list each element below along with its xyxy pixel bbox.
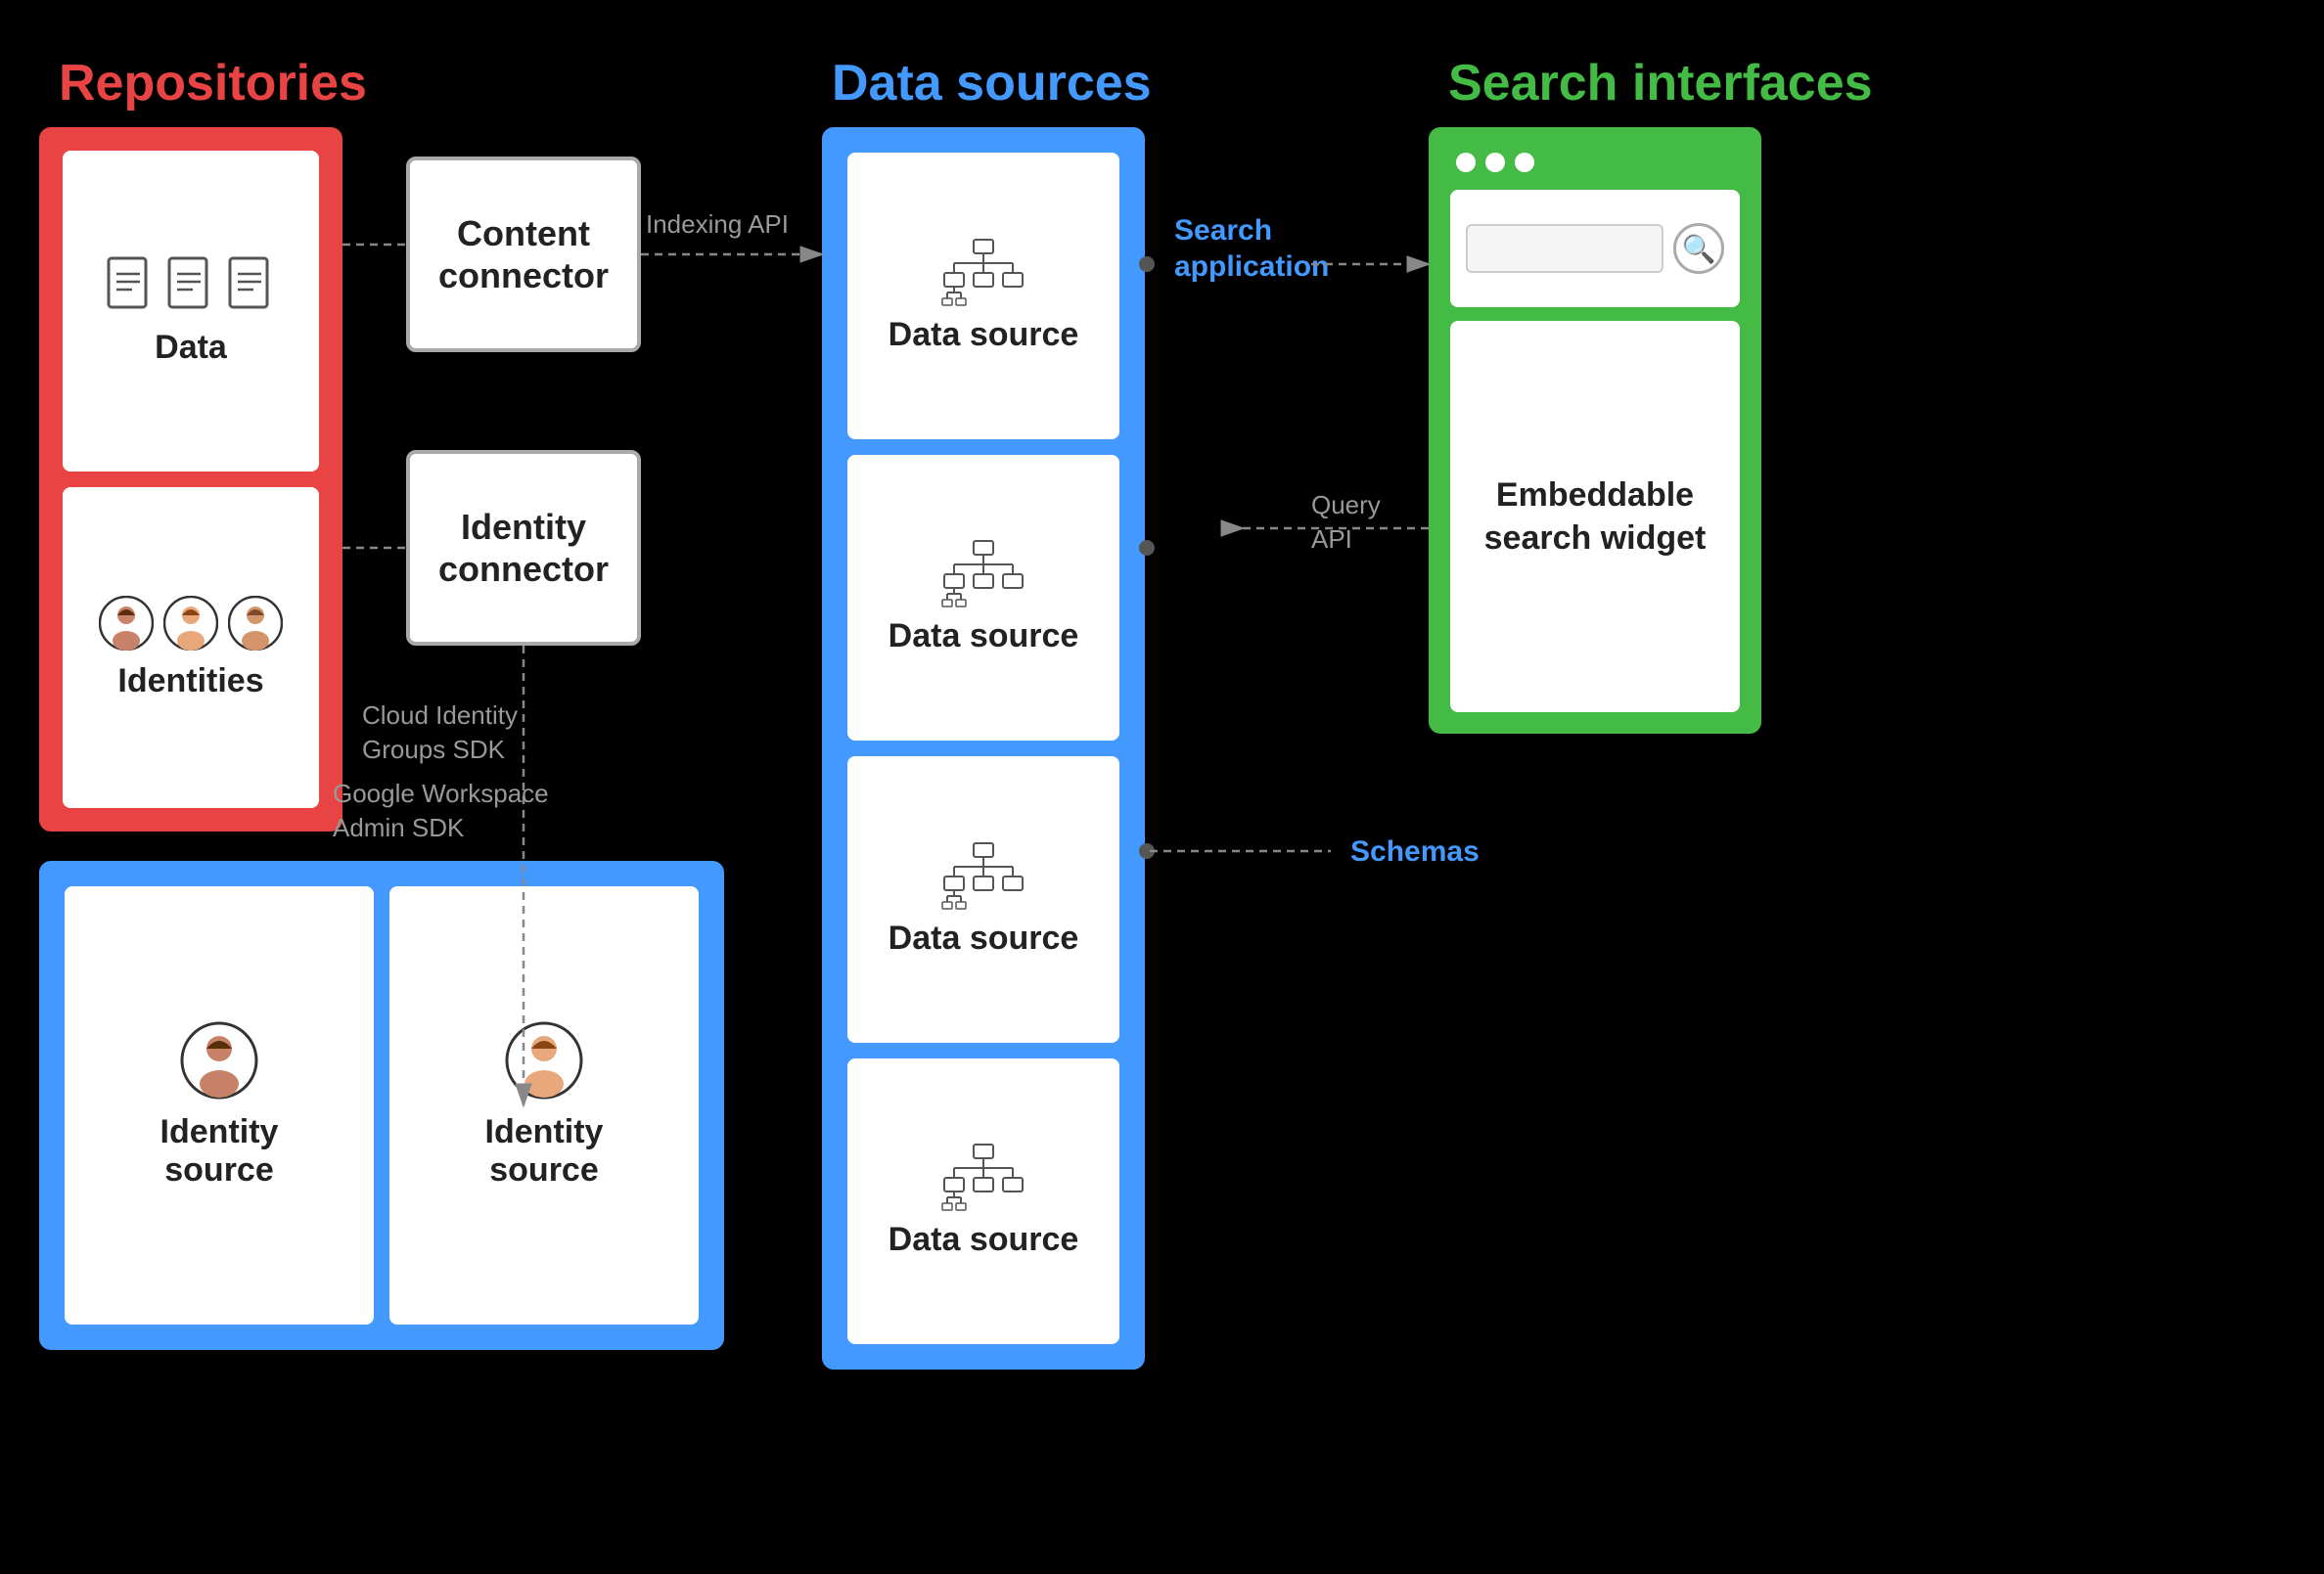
datasource-label-1: Data source (889, 316, 1079, 354)
title-repositories: Repositories (59, 54, 367, 112)
search-input[interactable] (1466, 224, 1663, 273)
data-box: Data (63, 151, 319, 472)
doc-icon-2 (165, 256, 216, 317)
datasource-box-4: Data source (847, 1058, 1119, 1345)
svg-text:Schemas: Schemas (1350, 835, 1480, 868)
person-icons (99, 596, 283, 651)
identity-source-label-1: Identitysource (160, 1113, 279, 1190)
datasource-label-4: Data source (889, 1221, 1079, 1259)
datasource-box-3: Data source (847, 756, 1119, 1043)
identity-source-label-2: Identitysource (485, 1113, 604, 1190)
search-bar-box: 🔍 (1450, 190, 1740, 307)
org-icon-2 (939, 539, 1027, 607)
datasource-box-1: Data source (847, 153, 1119, 439)
repositories-box: Data (39, 127, 342, 832)
content-connector-label: Contentconnector (438, 212, 609, 296)
svg-text:Indexing API: Indexing API (646, 209, 789, 239)
widget-box: Embeddable search widget (1450, 321, 1740, 712)
window-dot-1 (1456, 153, 1476, 172)
doc-icon-1 (105, 256, 156, 317)
search-icon[interactable]: 🔍 (1673, 223, 1724, 274)
identity-connector-label: Identityconnector (438, 506, 609, 590)
svg-text:Query: Query (1311, 490, 1381, 519)
person-icon-2 (163, 596, 218, 651)
window-dot-3 (1515, 153, 1534, 172)
identity-connector-box: Identityconnector (406, 450, 641, 646)
datasource-box-2: Data source (847, 455, 1119, 742)
data-icons (105, 256, 277, 317)
widget-label: Embeddable search widget (1470, 473, 1720, 560)
diagram-container: Repositories Data sources Search interfa… (0, 0, 2324, 1574)
identity-source-1: Identitysource (65, 886, 374, 1325)
content-connector-box: Contentconnector (406, 157, 641, 352)
title-datasources: Data sources (832, 54, 1152, 112)
svg-text:Search: Search (1174, 214, 1272, 247)
svg-text:Groups SDK: Groups SDK (362, 735, 506, 764)
identity-source-person-2 (505, 1021, 583, 1100)
org-icon-4 (939, 1143, 1027, 1211)
identities-box: Identities (63, 487, 319, 808)
doc-icon-3 (226, 256, 277, 317)
svg-text:Google Workspace: Google Workspace (333, 779, 549, 808)
window-chrome (1450, 149, 1740, 176)
svg-text:application: application (1174, 250, 1329, 283)
person-icon-3 (228, 596, 283, 651)
person-icon-1 (99, 596, 154, 651)
datasources-box: Data source Data source (822, 127, 1145, 1370)
svg-text:Admin SDK: Admin SDK (333, 813, 465, 842)
datasource-label-2: Data source (889, 617, 1079, 655)
svg-text:API: API (1311, 524, 1352, 554)
title-search-interfaces: Search interfaces (1448, 54, 1873, 112)
identity-source-2: Identitysource (389, 886, 699, 1325)
window-dot-2 (1485, 153, 1505, 172)
search-interfaces-box: 🔍 Embeddable search widget (1429, 127, 1761, 734)
identity-source-person-1 (180, 1021, 258, 1100)
identity-sources-box: Identitysource Identitysource (39, 861, 724, 1350)
org-icon-1 (939, 238, 1027, 306)
identities-label: Identities (117, 662, 263, 700)
data-label: Data (155, 329, 227, 367)
svg-text:Cloud Identity: Cloud Identity (362, 700, 518, 730)
datasource-label-3: Data source (889, 920, 1079, 958)
org-icon-3 (939, 841, 1027, 910)
